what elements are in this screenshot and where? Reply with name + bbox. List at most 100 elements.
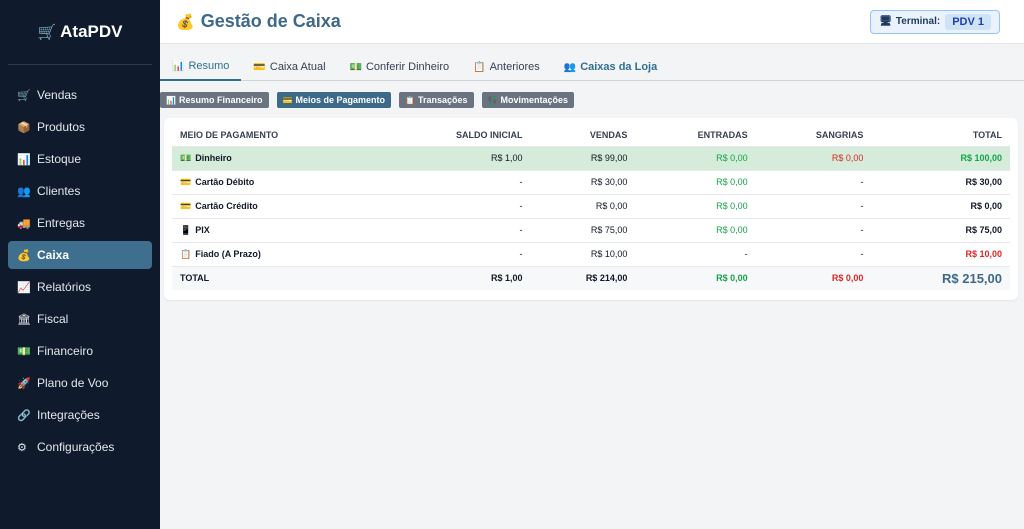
column-header: TOTAL xyxy=(871,124,1010,147)
sangrias-cell: R$ 0,00 xyxy=(755,146,872,171)
terminal-selector[interactable]: 🖥 Terminal: PDV 1 xyxy=(870,9,1000,34)
entradas-cell: R$ 0,00 xyxy=(635,194,756,219)
sidebar-item-plano-de-voo[interactable]: 🚀 Plano de Voo xyxy=(8,369,152,397)
sidebar-item-entregas[interactable]: 🚚 Entregas xyxy=(8,209,152,237)
sidebar-item-relatorios[interactable]: 📈 Relatórios xyxy=(8,273,152,301)
saldo-inicial-cell: - xyxy=(380,194,531,219)
table-row: 📱 PIX - R$ 75,00 R$ 0,00- R$ 75,00 xyxy=(172,218,1010,243)
main-content: 💰 Gestão de Caixa 🖥 Terminal: PDV 1 📊 Res… xyxy=(160,0,1024,529)
page-title-text: Gestão de Caixa xyxy=(200,11,341,31)
payment-method-name: PIX xyxy=(195,224,210,235)
vendas-icon: 🛒 xyxy=(17,89,31,102)
subtab-transacoes[interactable]: 📋 Transações xyxy=(399,92,474,108)
sidebar-item-estoque[interactable]: 📊 Estoque xyxy=(8,145,152,173)
sidebar-item-fiscal[interactable]: 🏛 Fiscal xyxy=(8,305,152,333)
tab-resumo[interactable]: 📊 Resumo xyxy=(160,53,242,81)
sidebar: 🛒 AtaPDV 🛒 Vendas 📦 Produtos 📊 Estoque 👥 Client… xyxy=(0,0,160,529)
tab-caixa-atual[interactable]: 💳 Caixa Atual xyxy=(241,53,337,81)
app-brand[interactable]: 🛒 AtaPDV xyxy=(8,0,152,65)
terminal-label: Terminal: xyxy=(895,16,941,27)
sidebar-item-label: Produtos xyxy=(37,120,86,134)
sidebar-item-label: Fiscal xyxy=(37,312,69,326)
total-cell: R$ 100,00 xyxy=(871,146,1010,171)
meios-de-pagamento-subtab-icon: 💳 xyxy=(282,95,293,105)
estoque-icon: 📊 xyxy=(17,153,31,166)
app-name: AtaPDV xyxy=(60,22,123,41)
sidebar-item-caixa[interactable]: 💰 Caixa xyxy=(8,241,152,269)
saldo-inicial-cell: - xyxy=(380,170,531,195)
produtos-icon: 📦 xyxy=(17,121,31,134)
entregas-icon: 🚚 xyxy=(17,217,31,230)
tab-caixas-da-loja[interactable]: 👥 Caixas da Loja xyxy=(552,53,670,81)
sidebar-item-financeiro[interactable]: 💵 Financeiro xyxy=(8,337,152,365)
main-tabs: 📊 Resumo 💳 Caixa Atual 💵 Conferir Dinheiro 📋 An… xyxy=(160,53,1024,81)
financeiro-icon: 💵 xyxy=(17,345,31,358)
sidebar-item-integracoes[interactable]: 🔗 Integrações xyxy=(8,401,152,429)
tab-label: Caixas da Loja xyxy=(580,61,658,73)
column-header: ENTRADAS xyxy=(635,124,756,147)
cart-icon: 🛒 xyxy=(37,24,57,41)
sangrias-cell: - xyxy=(755,170,872,195)
vendas-cell: R$ 75,00 xyxy=(530,218,636,243)
money-bag-icon: 💰 xyxy=(176,13,195,31)
tab-conferir-dinheiro[interactable]: 💵 Conferir Dinheiro xyxy=(338,53,462,81)
subtab-meios-de-pagamento[interactable]: 💳 Meios de Pagamento xyxy=(276,92,391,108)
payment-method-icon: 📱 xyxy=(180,224,192,235)
tab-label: Anteriores xyxy=(489,61,540,73)
total-cell: R$ 75,00 xyxy=(871,218,1010,243)
entradas-cell: - xyxy=(635,242,756,267)
sidebar-item-label: Clientes xyxy=(37,184,81,198)
subtab-label: Movimentações xyxy=(500,95,568,105)
sidebar-item-label: Vendas xyxy=(37,88,78,102)
payment-method-icon: 📋 xyxy=(180,248,192,259)
total-cell: R$ 0,00 xyxy=(871,194,1010,219)
totals-label: TOTAL xyxy=(172,266,381,290)
anteriores-tab-icon: 📋 xyxy=(473,61,486,73)
sidebar-item-produtos[interactable]: 📦 Produtos xyxy=(8,113,152,141)
subtab-label: Resumo Financeiro xyxy=(178,95,263,105)
table-row: 💳 Cartão Crédito - R$ 0,00 R$ 0,00- R$ 0,00 xyxy=(172,194,1010,219)
payment-method-cell: 📱 PIX xyxy=(172,218,381,243)
sidebar-nav: 🛒 Vendas 📦 Produtos 📊 Estoque 👥 Clientes 🚚 Entreg… xyxy=(0,65,160,461)
totals-vendas: R$ 214,00 xyxy=(530,266,636,290)
tab-anteriores[interactable]: 📋 Anteriores xyxy=(461,53,552,81)
sangrias-cell: - xyxy=(755,194,872,219)
table-header-row: MEIO DE PAGAMENTO SALDO INICIAL VENDAS ENTR… xyxy=(172,124,1010,147)
column-header: SANGRIAS xyxy=(755,124,872,147)
payment-method-cell: 📋 Fiado (A Prazo) xyxy=(172,242,381,267)
relatorios-icon: 📈 xyxy=(17,281,31,294)
resumo-financeiro-subtab-icon: 📊 xyxy=(166,95,176,105)
entradas-cell: R$ 0,00 xyxy=(635,170,756,195)
resumo-tab-icon: 📊 xyxy=(172,60,185,72)
totals-saldo-inicial: R$ 1,00 xyxy=(380,266,531,290)
payment-methods-table: MEIO DE PAGAMENTO SALDO INICIAL VENDAS ENTR… xyxy=(172,124,1010,290)
entradas-cell: R$ 0,00 xyxy=(635,218,756,243)
tab-label: Resumo xyxy=(188,60,230,72)
caixas-da-loja-tab-icon: 👥 xyxy=(563,61,577,73)
clientes-icon: 👥 xyxy=(17,185,31,198)
column-header: MEIO DE PAGAMENTO xyxy=(172,124,381,147)
payment-method-icon: 💵 xyxy=(180,152,192,163)
payment-method-cell: 💳 Cartão Débito xyxy=(172,170,381,195)
sidebar-item-label: Relatórios xyxy=(37,280,92,294)
sidebar-item-vendas[interactable]: 🛒 Vendas xyxy=(8,81,152,109)
subtab-movimentacoes[interactable]: 💱 Movimentações xyxy=(481,92,574,108)
sidebar-item-label: Plano de Voo xyxy=(37,376,109,390)
sidebar-item-clientes[interactable]: 👥 Clientes xyxy=(8,177,152,205)
sangrias-cell: - xyxy=(755,242,872,267)
plano-de-voo-icon: 🚀 xyxy=(17,377,31,390)
column-header: VENDAS xyxy=(530,124,636,147)
integracoes-icon: 🔗 xyxy=(17,409,31,422)
payment-method-cell: 💵 Dinheiro xyxy=(172,146,381,171)
payment-method-name: Cartão Débito xyxy=(195,176,255,187)
sidebar-item-label: Caixa xyxy=(37,248,70,262)
payment-method-name: Dinheiro xyxy=(195,152,232,163)
payment-method-name: Fiado (A Prazo) xyxy=(195,248,261,259)
subtab-resumo-financeiro[interactable]: 📊 Resumo Financeiro xyxy=(160,92,269,108)
vendas-cell: R$ 30,00 xyxy=(530,170,636,195)
tab-label: Caixa Atual xyxy=(269,61,326,73)
caixa-atual-tab-icon: 💳 xyxy=(253,61,266,73)
vendas-cell: R$ 99,00 xyxy=(530,146,636,171)
entradas-cell: R$ 0,00 xyxy=(635,146,756,171)
sidebar-item-configuracoes[interactable]: ⚙ Configurações xyxy=(8,433,152,461)
